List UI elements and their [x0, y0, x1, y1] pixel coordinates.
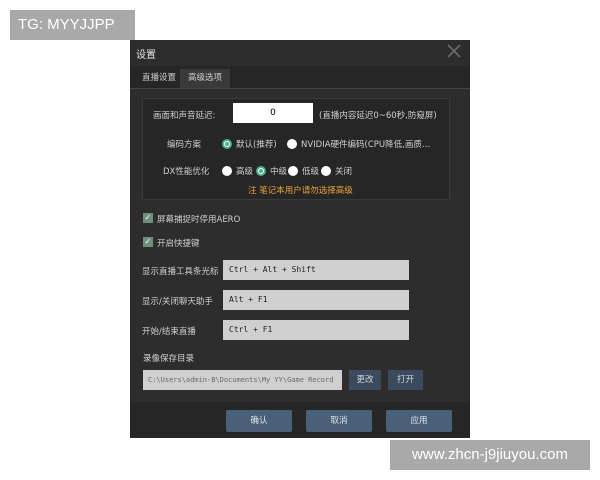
close-icon[interactable]	[444, 40, 464, 62]
encoding-label: 编码方案	[167, 140, 202, 150]
change-dir-button[interactable]: 更改	[349, 370, 381, 390]
record-dir-label: 录像保存目录	[143, 354, 195, 364]
hotkey-toolbar-field[interactable]: Ctrl + Alt + Shift	[223, 260, 409, 280]
confirm-button[interactable]: 确认	[226, 410, 292, 432]
delay-hint: (直播内容延迟0~60秒,防窥屏)	[319, 111, 437, 121]
cancel-button[interactable]: 取消	[306, 410, 372, 432]
dx-off-radio[interactable]	[321, 166, 331, 176]
hotkey-live-label: 开始/结束直播	[142, 327, 196, 337]
laptop-warning-note: 注 笔记本用户请勿选择高级	[248, 186, 353, 196]
hotkey-chat-label: 显示/关闭聊天助手	[142, 297, 213, 307]
tab-live-settings[interactable]: 直播设置	[134, 69, 184, 88]
encoding-default-radio[interactable]	[222, 139, 232, 149]
watermark-top-left: TG: MYYJJPP	[10, 10, 135, 40]
delay-input[interactable]	[233, 103, 313, 123]
delay-label: 画面和声音延迟:	[153, 111, 216, 121]
dx-low-label: 低级	[302, 167, 320, 177]
settings-dialog: 设置 直播设置 高级选项 画面和声音延迟: (直播内容延迟0~60秒,防窥屏) …	[130, 40, 470, 438]
apply-button[interactable]: 应用	[386, 410, 452, 432]
disable-aero-checkbox[interactable]: ✓	[143, 213, 153, 223]
encoding-nvidia-radio[interactable]	[287, 139, 297, 149]
watermark-bottom-right: www.zhcn-j9jiuyou.com	[390, 440, 590, 470]
hotkey-chat-field[interactable]: Alt + F1	[223, 290, 409, 310]
dx-label: DX性能优化	[163, 167, 210, 177]
enable-hotkeys-checkbox[interactable]: ✓	[143, 237, 153, 247]
dx-high-label: 高级	[236, 167, 254, 177]
dx-low-radio[interactable]	[288, 166, 298, 176]
dx-medium-radio[interactable]	[256, 166, 266, 176]
open-dir-button[interactable]: 打开	[388, 370, 423, 390]
dialog-footer: 确认 取消 应用	[130, 402, 470, 438]
encoding-default-label: 默认(推荐)	[236, 140, 277, 150]
disable-aero-label: 屏幕捕捉时停用AERO	[157, 215, 241, 225]
encoding-nvidia-label: NVIDIA硬件编码(CPU降低,画质…	[301, 140, 431, 150]
dx-high-radio[interactable]	[222, 166, 232, 176]
tab-bar: 直播设置 高级选项	[130, 66, 470, 89]
hotkey-toolbar-label: 显示直播工具条光标	[142, 267, 219, 277]
title-bar: 设置	[130, 40, 470, 66]
hotkey-live-field[interactable]: Ctrl + F1	[223, 320, 409, 340]
enable-hotkeys-label: 开启快捷键	[157, 239, 200, 249]
dx-medium-label: 中级	[270, 167, 288, 177]
record-path-field[interactable]: C:\Users\admin-B\Documents\My YY\Game Re…	[143, 370, 342, 390]
dialog-title: 设置	[136, 50, 156, 61]
dx-off-label: 关闭	[335, 167, 353, 177]
tab-advanced-options[interactable]: 高级选项	[180, 69, 231, 88]
